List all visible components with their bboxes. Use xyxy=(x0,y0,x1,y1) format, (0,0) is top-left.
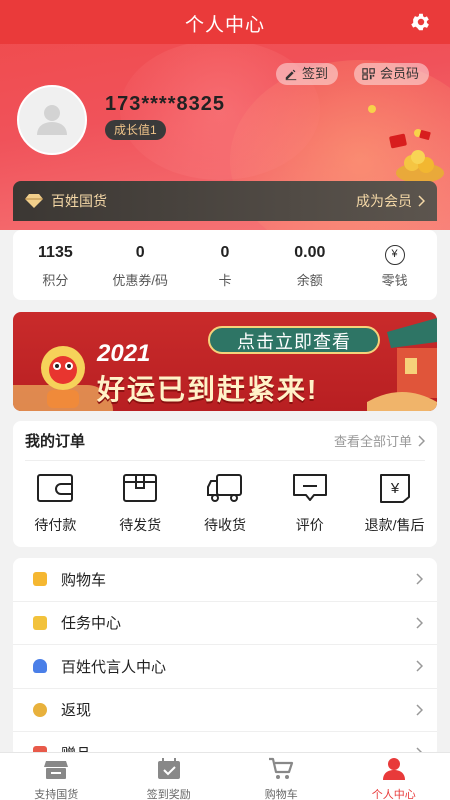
service-menu: 购物车 任务中心 百姓代言人中心 返现 赠品 xyxy=(13,558,437,758)
order-to-ship[interactable]: 待发货 xyxy=(98,471,183,535)
stat-value: 0 xyxy=(220,244,230,261)
chevron-right-icon xyxy=(416,617,423,629)
growth-badge[interactable]: 成长值1 xyxy=(105,120,166,140)
task-icon xyxy=(33,615,47,630)
tab-label: 购物车 xyxy=(264,789,298,800)
stat-cards[interactable]: 0 卡 xyxy=(183,230,268,300)
svg-text:¥: ¥ xyxy=(389,480,399,497)
stat-points[interactable]: 1135 积分 xyxy=(13,230,98,300)
order-to-review[interactable]: 评价 xyxy=(267,471,352,535)
store-icon xyxy=(44,761,69,779)
tab-cart[interactable]: 购物车 xyxy=(225,753,338,800)
stat-value: 0.00 xyxy=(294,244,326,261)
stat-label: 零钱 xyxy=(381,273,408,288)
wallet-icon xyxy=(37,474,74,502)
calendar-check-icon xyxy=(157,758,180,779)
order-status-label: 待付款 xyxy=(34,517,77,533)
stat-label: 卡 xyxy=(218,273,232,288)
top-bar: 个人中心 xyxy=(0,0,450,44)
tab-support-domestic[interactable]: 支持国货 xyxy=(0,753,113,800)
checkin-button[interactable]: 签到 xyxy=(276,63,339,85)
menu-item-cart[interactable]: 购物车 xyxy=(13,558,437,602)
lion-dance-decoration xyxy=(41,346,85,408)
tab-label: 签到奖励 xyxy=(146,789,191,800)
menu-item-label: 返现 xyxy=(61,702,92,720)
chevron-right-icon xyxy=(416,573,423,585)
box-icon xyxy=(123,474,158,502)
chevron-right-icon xyxy=(416,704,423,716)
stat-label: 优惠券/码 xyxy=(112,273,168,288)
stat-coupons[interactable]: 0 优惠券/码 xyxy=(98,230,183,300)
menu-item-label: 购物车 xyxy=(61,571,107,589)
bottom-tab-bar: 支持国货 签到奖励 购物车 个人中心 xyxy=(0,752,450,800)
page-title: 个人中心 xyxy=(184,15,265,36)
vip-bar[interactable]: 百姓国货 成为会员 xyxy=(13,181,437,221)
chevron-right-icon xyxy=(418,434,425,447)
menu-item-ambassador[interactable]: 百姓代言人中心 xyxy=(13,645,437,689)
promo-banner[interactable]: 点击立即查看 2021 好运已到赶紧来! xyxy=(13,312,437,411)
banner-slogan: 好运已到赶紧来! xyxy=(97,374,319,405)
tab-label: 支持国货 xyxy=(34,789,79,800)
coin-icon xyxy=(33,702,47,717)
banner-year: 2021 xyxy=(97,340,151,367)
truck-icon xyxy=(206,474,242,502)
order-refund[interactable]: ¥ 退款/售后 xyxy=(352,471,437,535)
comment-icon xyxy=(292,474,327,501)
stat-balance[interactable]: 0.00 余额 xyxy=(267,230,352,300)
order-status-label: 退款/售后 xyxy=(364,517,425,533)
yuan-coin-icon: ¥ xyxy=(384,245,405,265)
menu-item-label: 百姓代言人中心 xyxy=(61,658,167,676)
chevron-right-icon xyxy=(416,660,423,672)
stat-label: 积分 xyxy=(42,273,69,288)
orders-title: 我的订单 xyxy=(25,433,86,450)
view-all-orders-link[interactable]: 查看全部订单 xyxy=(334,431,425,450)
barcode-icon xyxy=(362,68,375,80)
chevron-right-icon xyxy=(418,195,425,207)
account-stats: 1135 积分 0 优惠券/码 0 卡 0.00 余额 ¥ 零钱 xyxy=(13,230,437,300)
order-status-label: 待发货 xyxy=(119,517,162,533)
stat-change[interactable]: ¥ 零钱 xyxy=(352,230,437,300)
menu-item-label: 任务中心 xyxy=(61,615,122,633)
user-icon xyxy=(33,659,47,674)
stat-value: 1135 xyxy=(38,244,73,261)
stat-label: 余额 xyxy=(296,273,323,288)
menu-item-cashback[interactable]: 返现 xyxy=(13,689,437,732)
diamond-icon xyxy=(25,194,43,208)
order-status-label: 评价 xyxy=(295,517,324,533)
gear-icon[interactable] xyxy=(410,11,432,33)
my-orders-card: 我的订单 查看全部订单 待付款 待发货 待收货 评价 ¥ 退款/售后 xyxy=(13,421,437,547)
tab-profile[interactable]: 个人中心 xyxy=(338,753,450,800)
menu-item-task-center[interactable]: 任务中心 xyxy=(13,602,437,645)
become-member-link[interactable]: 成为会员 xyxy=(356,191,425,211)
refund-icon: ¥ xyxy=(379,474,410,503)
become-member-label: 成为会员 xyxy=(356,193,412,209)
cart-icon xyxy=(269,757,294,779)
checkin-label: 签到 xyxy=(302,66,329,81)
cart-icon xyxy=(33,572,47,587)
tab-label: 个人中心 xyxy=(371,789,416,800)
order-to-receive[interactable]: 待收货 xyxy=(183,471,268,535)
user-phone: 173****8325 xyxy=(105,93,225,115)
tab-checkin-rewards[interactable]: 签到奖励 xyxy=(113,753,226,800)
pavilion-decoration xyxy=(367,318,437,411)
default-avatar-icon xyxy=(37,105,67,135)
orders-header: 我的订单 查看全部订单 xyxy=(25,421,425,461)
pen-icon xyxy=(285,69,297,81)
member-code-button[interactable]: 会员码 xyxy=(354,63,430,85)
view-now-button[interactable]: 点击立即查看 xyxy=(208,326,380,354)
order-pending-payment[interactable]: 待付款 xyxy=(13,471,98,535)
avatar[interactable] xyxy=(17,85,87,155)
view-all-label: 查看全部订单 xyxy=(333,434,412,449)
stat-value: 0 xyxy=(135,244,145,261)
person-icon xyxy=(382,758,405,780)
member-code-label: 会员码 xyxy=(380,66,420,81)
vip-brand-label: 百姓国货 xyxy=(51,193,107,209)
order-status-label: 待收货 xyxy=(203,517,246,533)
red-envelope-decoration xyxy=(368,105,444,183)
